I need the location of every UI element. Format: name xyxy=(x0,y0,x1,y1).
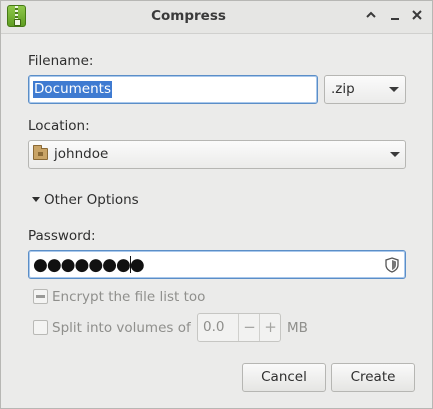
location-value: johndoe xyxy=(54,146,109,162)
extension-value: .zip xyxy=(331,81,355,97)
cancel-button[interactable]: Cancel xyxy=(242,363,326,392)
split-volumes-checkbox[interactable] xyxy=(33,320,48,335)
location-select[interactable]: johndoe xyxy=(28,140,406,169)
create-button[interactable]: Create xyxy=(331,363,415,392)
compress-dialog: Compress Filename: Documents .zip Locati… xyxy=(0,0,433,409)
volume-size-value: 0.0 xyxy=(203,319,225,335)
decrement-button[interactable]: − xyxy=(238,314,260,341)
password-mask: ●●●●●●●● xyxy=(33,255,145,275)
text-caret xyxy=(130,256,131,273)
extension-select[interactable]: .zip xyxy=(324,75,406,104)
shield-icon[interactable] xyxy=(385,257,399,273)
split-volumes-label: Split into volumes of xyxy=(52,320,191,336)
filename-value: Documents xyxy=(33,81,112,98)
encrypt-file-list-checkbox[interactable] xyxy=(33,289,48,304)
location-label: Location: xyxy=(28,118,90,134)
window-title: Compress xyxy=(151,8,226,24)
minimize-icon[interactable] xyxy=(385,7,405,27)
other-options-expander[interactable]: Other Options xyxy=(44,192,139,208)
dialog-content: Filename: Documents .zip Location: johnd… xyxy=(1,34,432,408)
volume-size-unit: MB xyxy=(287,320,308,336)
close-icon[interactable] xyxy=(407,7,427,27)
increment-button[interactable]: + xyxy=(259,314,281,341)
volume-size-spinner[interactable]: 0.0 − + xyxy=(197,313,281,342)
title-bar[interactable]: Compress xyxy=(1,1,432,34)
chevron-down-icon xyxy=(389,87,399,92)
encrypt-file-list-label: Encrypt the file list too xyxy=(52,289,206,305)
chevron-down-icon xyxy=(390,152,400,157)
filename-label: Filename: xyxy=(28,53,94,69)
password-input[interactable]: ●●●●●●●● xyxy=(28,250,406,279)
chevron-up-icon[interactable] xyxy=(361,7,381,27)
home-folder-icon xyxy=(33,145,48,160)
expander-arrow-icon[interactable] xyxy=(32,197,40,202)
password-label: Password: xyxy=(28,228,96,244)
filename-input[interactable]: Documents xyxy=(28,75,318,104)
